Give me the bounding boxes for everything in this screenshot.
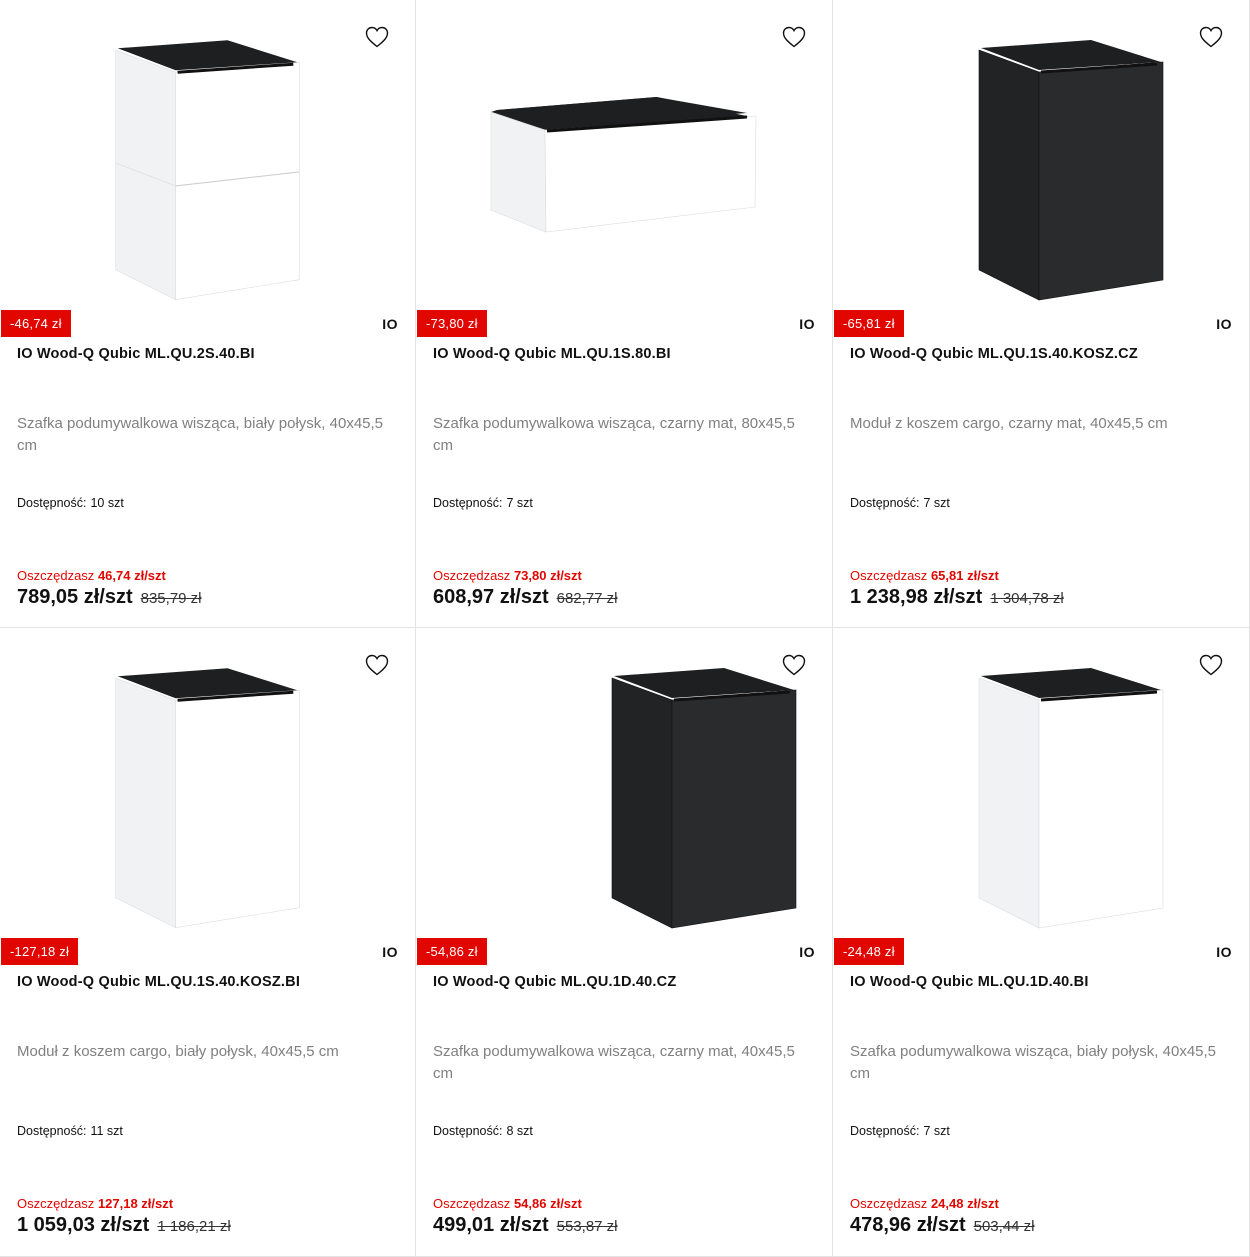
- savings-amount: 54,86 zł/szt: [513, 1196, 582, 1211]
- product-image[interactable]: [0, 628, 415, 938]
- availability-value: 7 szt: [923, 1124, 950, 1138]
- product-name-link[interactable]: IO Wood-Q Qubic ML.QU.1D.40.BI: [850, 974, 1233, 990]
- product-description: Szafka podumywalkowa wisząca, biały poły…: [17, 415, 384, 454]
- product-card[interactable]: -24,48 zł IO IO Wood-Q Qubic ML.QU.1D.40…: [833, 628, 1250, 1257]
- brand-label: IO: [1216, 316, 1232, 332]
- favorite-heart-icon[interactable]: [782, 26, 806, 48]
- product-image[interactable]: [416, 0, 832, 310]
- product-card[interactable]: -127,18 zł IO IO Wood-Q Qubic ML.QU.1S.4…: [0, 628, 416, 1257]
- savings-label: Oszczędzasz: [433, 1196, 511, 1211]
- availability: Dostępność: 10 szt: [17, 496, 124, 510]
- old-price: 835,79 zł: [140, 590, 202, 607]
- availability-label: Dostępność:: [17, 496, 87, 510]
- savings-amount: 73,80 zł/szt: [513, 568, 582, 583]
- availability-label: Dostępność:: [850, 1124, 920, 1138]
- current-price: 1 059,03 zł/szt: [17, 1214, 150, 1236]
- availability: Dostępność: 7 szt: [850, 496, 950, 510]
- current-price: 608,97 zł/szt: [433, 586, 549, 608]
- favorite-heart-icon[interactable]: [782, 654, 806, 676]
- availability: Dostępność: 7 szt: [850, 1124, 950, 1138]
- product-card[interactable]: -73,80 zł IO IO Wood-Q Qubic ML.QU.1S.80…: [416, 0, 833, 628]
- product-image[interactable]: [416, 628, 832, 938]
- discount-badge: -54,86 zł: [417, 938, 487, 965]
- price-row: 1 059,03 zł/szt 1 186,21 zł: [17, 1214, 231, 1237]
- product-description: Moduł z koszem cargo, czarny mat, 40x45,…: [850, 415, 1168, 432]
- savings-line: Oszczędzasz 24,48 zł/szt: [850, 1196, 999, 1211]
- savings-line: Oszczędzasz 65,81 zł/szt: [850, 568, 999, 583]
- product-image[interactable]: [833, 0, 1249, 310]
- availability: Dostępność: 8 szt: [433, 1124, 533, 1138]
- product-card[interactable]: -65,81 zł IO IO Wood-Q Qubic ML.QU.1S.40…: [833, 0, 1250, 628]
- savings-label: Oszczędzasz: [17, 568, 95, 583]
- product-name-link[interactable]: IO Wood-Q Qubic ML.QU.1S.40.KOSZ.CZ: [850, 346, 1233, 362]
- product-name-link[interactable]: IO Wood-Q Qubic ML.QU.1D.40.CZ: [433, 974, 816, 990]
- brand-label: IO: [382, 944, 398, 960]
- favorite-heart-icon[interactable]: [365, 654, 389, 676]
- old-price: 553,87 zł: [556, 1218, 618, 1235]
- product-image[interactable]: [0, 0, 415, 310]
- brand-label: IO: [799, 316, 815, 332]
- product-description: Moduł z koszem cargo, biały połysk, 40x4…: [17, 1043, 339, 1060]
- favorite-heart-icon[interactable]: [365, 26, 389, 48]
- brand-label: IO: [382, 316, 398, 332]
- product-grid: -46,74 zł IO IO Wood-Q Qubic ML.QU.2S.40…: [0, 0, 1250, 1257]
- current-price: 1 238,98 zł/szt: [850, 586, 983, 608]
- availability: Dostępność: 11 szt: [17, 1124, 123, 1138]
- availability-value: 7 szt: [506, 496, 533, 510]
- discount-badge: -73,80 zł: [417, 310, 487, 337]
- favorite-heart-icon[interactable]: [1199, 26, 1223, 48]
- availability-value: 10 szt: [90, 496, 124, 510]
- availability-label: Dostępność:: [433, 1124, 503, 1138]
- old-price: 1 186,21 zł: [157, 1218, 231, 1235]
- savings-amount: 46,74 zł/szt: [97, 568, 166, 583]
- current-price: 499,01 zł/szt: [433, 1214, 549, 1236]
- product-name-link[interactable]: IO Wood-Q Qubic ML.QU.1S.80.BI: [433, 346, 816, 362]
- product-description: Szafka podumywalkowa wisząca, czarny mat…: [433, 415, 795, 454]
- savings-amount: 24,48 zł/szt: [930, 1196, 999, 1211]
- savings-amount: 127,18 zł/szt: [97, 1196, 174, 1211]
- availability-label: Dostępność:: [850, 496, 920, 510]
- product-card[interactable]: -54,86 zł IO IO Wood-Q Qubic ML.QU.1D.40…: [416, 628, 833, 1257]
- savings-label: Oszczędzasz: [433, 568, 511, 583]
- discount-badge: -65,81 zł: [834, 310, 904, 337]
- savings-line: Oszczędzasz 127,18 zł/szt: [17, 1196, 173, 1211]
- product-card[interactable]: -46,74 zł IO IO Wood-Q Qubic ML.QU.2S.40…: [0, 0, 416, 628]
- availability-label: Dostępność:: [17, 1124, 87, 1138]
- savings-line: Oszczędzasz 54,86 zł/szt: [433, 1196, 582, 1211]
- availability-label: Dostępność:: [433, 496, 503, 510]
- price-row: 608,97 zł/szt 682,77 zł: [433, 586, 618, 609]
- price-row: 1 238,98 zł/szt 1 304,78 zł: [850, 586, 1064, 609]
- price-row: 478,96 zł/szt 503,44 zł: [850, 1214, 1035, 1237]
- favorite-heart-icon[interactable]: [1199, 654, 1223, 676]
- savings-label: Oszczędzasz: [850, 568, 928, 583]
- product-description: Szafka podumywalkowa wisząca, biały poły…: [850, 1043, 1217, 1082]
- availability: Dostępność: 7 szt: [433, 496, 533, 510]
- availability-value: 7 szt: [923, 496, 950, 510]
- availability-value: 11 szt: [90, 1124, 123, 1138]
- product-image[interactable]: [833, 628, 1249, 938]
- savings-label: Oszczędzasz: [850, 1196, 928, 1211]
- discount-badge: -127,18 zł: [1, 938, 79, 965]
- price-row: 789,05 zł/szt 835,79 zł: [17, 586, 202, 609]
- old-price: 503,44 zł: [973, 1218, 1035, 1235]
- discount-badge: -46,74 zł: [1, 310, 71, 337]
- old-price: 1 304,78 zł: [990, 590, 1064, 607]
- savings-amount: 65,81 zł/szt: [930, 568, 999, 583]
- savings-line: Oszczędzasz 73,80 zł/szt: [433, 568, 582, 583]
- brand-label: IO: [799, 944, 815, 960]
- current-price: 478,96 zł/szt: [850, 1214, 966, 1236]
- product-name-link[interactable]: IO Wood-Q Qubic ML.QU.2S.40.BI: [17, 346, 399, 362]
- old-price: 682,77 zł: [556, 590, 618, 607]
- savings-line: Oszczędzasz 46,74 zł/szt: [17, 568, 166, 583]
- savings-label: Oszczędzasz: [17, 1196, 95, 1211]
- brand-label: IO: [1216, 944, 1232, 960]
- discount-badge: -24,48 zł: [834, 938, 904, 965]
- current-price: 789,05 zł/szt: [17, 586, 133, 608]
- availability-value: 8 szt: [506, 1124, 533, 1138]
- price-row: 499,01 zł/szt 553,87 zł: [433, 1214, 618, 1237]
- product-name-link[interactable]: IO Wood-Q Qubic ML.QU.1S.40.KOSZ.BI: [17, 974, 399, 990]
- product-description: Szafka podumywalkowa wisząca, czarny mat…: [433, 1043, 795, 1082]
